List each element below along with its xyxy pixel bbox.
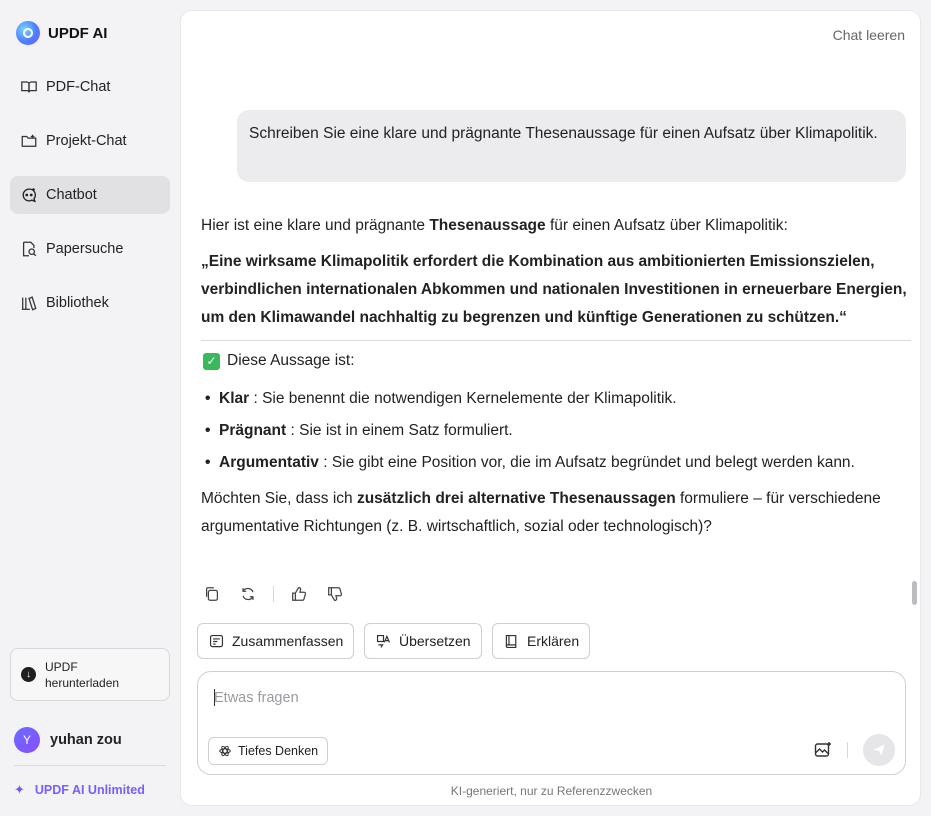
sidebar-item-projekt-chat[interactable]: Projekt-Chat <box>10 122 170 160</box>
translate-icon <box>376 634 390 648</box>
bullet: • <box>205 390 211 407</box>
summarize-label: Zusammenfassen <box>232 633 344 649</box>
list-item: • Klar : Sie benennt die notwendigen Kern… <box>201 383 911 415</box>
thesis-statement: „Eine wirksame Klimapolitik erfordert di… <box>201 253 907 326</box>
sidebar-item-bibliothek[interactable]: Bibliothek <box>10 284 170 322</box>
regenerate-icon[interactable] <box>237 583 259 605</box>
send-button[interactable] <box>863 734 895 766</box>
atom-icon <box>219 745 231 757</box>
sidebar-item-chatbot[interactable]: Chatbot <box>10 176 170 214</box>
answer-divider <box>201 340 911 341</box>
message-actions <box>201 583 346 605</box>
sidebar-item-label: Papersuche <box>46 241 124 257</box>
list-item: • Prägnant : Sie ist in einem Satz formul… <box>201 415 911 447</box>
closing-text: Möchten Sie, dass ich <box>201 490 357 507</box>
closing-bold: zusätzlich drei alternative Thesenaussag… <box>356 490 676 507</box>
sparkle-icon: ✦ <box>14 782 25 797</box>
avatar: Y <box>14 727 40 753</box>
composer-separator <box>847 742 848 758</box>
criterion-term: Argumentativ <box>219 454 319 471</box>
library-icon <box>20 294 38 312</box>
criterion-text: : Sie ist in einem Satz formuliert. <box>286 422 513 439</box>
ask-input[interactable] <box>214 686 774 710</box>
criteria-list: • Klar : Sie benennt die notwendigen Kern… <box>201 383 911 479</box>
download-updf-button[interactable]: ↓ UPDF herunterladen <box>10 648 170 701</box>
updf-logo-icon <box>16 21 40 45</box>
ai-disclaimer: KI-generiert, nur zu Referenzzwecken <box>450 784 653 798</box>
copy-icon[interactable] <box>201 583 223 605</box>
list-item: • Argumentativ : Sie gibt eine Position v… <box>201 447 911 479</box>
send-icon <box>873 744 885 756</box>
deep-think-label: Tiefes Denken <box>238 744 319 758</box>
clear-chat-button[interactable]: Chat leeren <box>833 27 905 43</box>
criterion-term: Prägnant <box>219 422 287 439</box>
answer-closing: Möchten Sie, dass ich zusätzlich drei al… <box>201 485 911 541</box>
answer-intro-text-end: für einen Aufsatz über Klimapolitik: <box>545 217 788 234</box>
summarize-icon <box>209 634 224 647</box>
actions-separator <box>273 586 274 602</box>
thumbs-up-icon[interactable] <box>288 583 310 605</box>
download-label: UPDF herunterladen <box>45 659 119 691</box>
sidebar-divider <box>14 765 166 766</box>
brand-name: UPDF AI <box>48 24 108 42</box>
sidebar-item-label: Chatbot <box>46 187 97 203</box>
summarize-button[interactable]: Zusammenfassen <box>197 623 355 659</box>
user-message-bubble: Schreiben Sie eine klare und prägnante T… <box>237 110 906 182</box>
sidebar-item-pdf-chat[interactable]: PDF-Chat <box>10 68 170 106</box>
message-composer: Tiefes Denken <box>197 671 906 775</box>
download-icon: ↓ <box>21 667 36 682</box>
check-mark-icon: ✓ <box>203 352 220 370</box>
assistant-answer: Hier ist eine klare und prägnante Thesen… <box>201 212 911 541</box>
thumbs-down-icon[interactable] <box>324 583 346 605</box>
folder-chat-icon <box>20 132 38 150</box>
upgrade-unlimited-link[interactable]: ✦ UPDF AI Unlimited <box>14 782 145 798</box>
bullet: • <box>205 422 211 439</box>
check-line: ✓ Diese Aussage ist: <box>203 347 911 375</box>
book-open-icon <box>20 78 38 96</box>
check-label: Diese Aussage ist: <box>227 352 355 369</box>
explain-label: Erklären <box>527 633 580 649</box>
answer-intro-bold: Thesenaussage <box>429 217 546 234</box>
image-upload-icon[interactable] <box>811 738 835 762</box>
brand[interactable]: UPDF AI <box>16 21 107 45</box>
user-profile[interactable]: Y yuhan zou <box>14 727 122 753</box>
bullet: • <box>205 454 211 471</box>
criterion-text: : Sie benennt die notwendigen Kernelemen… <box>249 390 677 407</box>
criterion-term: Klar <box>219 390 250 407</box>
chat-panel: Chat leeren Schreiben Sie eine klare und… <box>180 10 921 806</box>
chat-bot-icon <box>20 186 38 204</box>
translate-label: Übersetzen <box>399 633 471 649</box>
search-paper-icon <box>20 240 38 258</box>
answer-intro-text: Hier ist eine klare und prägnante <box>201 217 430 234</box>
sidebar: UPDF AI PDF-Chat Projekt-Chat Chatbot Pa… <box>0 0 180 816</box>
explain-button[interactable]: Erklären <box>492 623 591 659</box>
answer-intro: Hier ist eine klare und prägnante Thesen… <box>201 212 911 240</box>
translate-button[interactable]: Übersetzen <box>364 623 482 659</box>
sidebar-item-label: Projekt-Chat <box>46 133 127 149</box>
book-icon <box>505 634 517 648</box>
sidebar-item-label: PDF-Chat <box>46 79 111 95</box>
criterion-text: : Sie gibt eine Position vor, die im Auf… <box>318 454 855 471</box>
download-label-line2: herunterladen <box>45 675 120 690</box>
scrollbar-thumb[interactable] <box>912 581 917 605</box>
sidebar-item-papersuche[interactable]: Papersuche <box>10 230 170 268</box>
sidebar-item-label: Bibliothek <box>46 295 109 311</box>
user-name: yuhan zou <box>50 732 122 748</box>
download-label-line1: UPDF <box>45 659 78 674</box>
unlimited-label: UPDF AI Unlimited <box>34 783 145 797</box>
deep-think-toggle[interactable]: Tiefes Denken <box>208 737 329 765</box>
